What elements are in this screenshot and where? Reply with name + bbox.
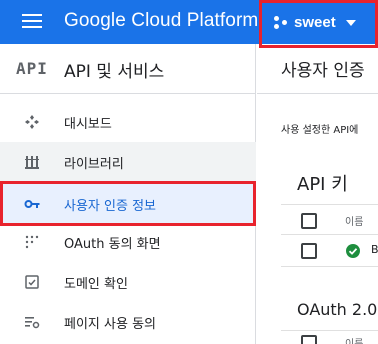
sidebar-item-label: OAuth 동의 화면 xyxy=(64,237,161,252)
row-checkbox[interactable] xyxy=(301,243,317,259)
sidebar-title: API 및 서비스 xyxy=(64,62,165,82)
main-content: 사용자 인증 사용 설정한 API에 API 키 이름 B OAuth 2.0 … xyxy=(257,44,378,344)
oauth-select-all-checkbox[interactable] xyxy=(301,335,317,344)
oauth-header-row: 이름 xyxy=(281,330,378,344)
sidebar-item-library[interactable]: 라이브러리 xyxy=(0,142,256,182)
sidebar-item-dashboard[interactable]: 대시보드 xyxy=(0,102,256,142)
oauth-heading: OAuth 2.0 xyxy=(297,300,378,319)
app-title[interactable]: Google Cloud Platform xyxy=(64,10,258,32)
sidebar: API API 및 서비스 대시보드 라이브러리 사용자 인증 정보 OAuth… xyxy=(0,44,256,344)
page-title: 사용자 인증 xyxy=(281,61,365,81)
select-all-checkbox[interactable] xyxy=(301,213,317,229)
sidebar-item-label: 페이지 사용 동의 xyxy=(64,317,156,332)
project-name: sweet xyxy=(294,14,336,31)
main-header: 사용자 인증 xyxy=(257,44,378,94)
oauth-column-name-header[interactable]: 이름 xyxy=(345,335,363,344)
menu-icon[interactable] xyxy=(22,13,42,29)
sidebar-header: API API 및 서비스 xyxy=(0,44,256,94)
key-icon xyxy=(24,200,40,208)
sidebar-item-oauth-consent[interactable]: OAuth 동의 화면 xyxy=(0,222,256,262)
project-hub-icon xyxy=(274,16,288,30)
chevron-down-icon xyxy=(346,20,356,26)
table-row: B xyxy=(281,234,378,266)
api-key-name[interactable]: B xyxy=(371,243,378,256)
api-logo: API xyxy=(16,59,48,78)
sidebar-item-label: 도메인 확인 xyxy=(64,277,128,292)
domain-check-icon xyxy=(25,275,39,289)
sidebar-item-page-consent[interactable]: 페이지 사용 동의 xyxy=(0,302,256,342)
page-description: 사용 설정한 API에 xyxy=(281,125,359,136)
dashboard-icon xyxy=(25,115,39,129)
library-icon xyxy=(25,156,39,169)
top-app-bar: Google Cloud Platform sweet xyxy=(0,0,378,48)
sidebar-item-label: 사용자 인증 정보 xyxy=(64,199,156,214)
sidebar-item-domain-verification[interactable]: 도메인 확인 xyxy=(0,262,256,302)
sidebar-item-credentials[interactable]: 사용자 인증 정보 xyxy=(0,184,256,224)
project-selector[interactable]: sweet xyxy=(259,0,378,48)
consent-icon xyxy=(25,235,39,249)
table-divider xyxy=(281,266,378,272)
check-circle-icon xyxy=(346,244,360,258)
sidebar-item-label: 대시보드 xyxy=(64,117,112,132)
column-name-header[interactable]: 이름 xyxy=(345,213,363,228)
api-keys-heading: API 키 xyxy=(297,174,348,195)
sidebar-item-label: 라이브러리 xyxy=(64,157,124,172)
api-keys-header-row: 이름 xyxy=(281,204,378,236)
page-consent-icon xyxy=(25,317,40,329)
